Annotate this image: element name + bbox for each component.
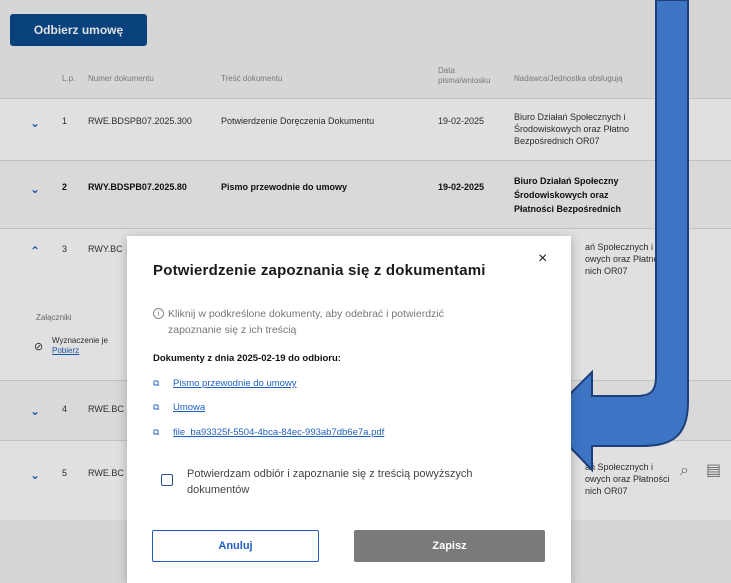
info-line2: zapoznanie się z ich treścią bbox=[168, 324, 297, 336]
confirmation-modal: Potwierdzenie zapoznania się z dokumenta… bbox=[127, 236, 571, 583]
document-link[interactable]: ⧉ Umowa bbox=[153, 402, 205, 413]
external-link-icon: ⧉ bbox=[153, 427, 160, 437]
info-line1: Kliknij w podkreślone dokumenty, aby ode… bbox=[168, 308, 444, 320]
document-link[interactable]: ⧉ file_ba93325f-5504-4bca-84ec-993ab7db6e… bbox=[153, 427, 384, 438]
checkbox-label-line2: dokumentów bbox=[187, 484, 250, 496]
modal-title: Potwierdzenie zapoznania się z dokumenta… bbox=[153, 262, 486, 279]
document-link-label[interactable]: Umowa bbox=[173, 402, 205, 413]
checkbox-label-line1: Potwierdzam odbiór i zapoznanie się z tr… bbox=[187, 468, 473, 480]
modal-info: i Kliknij w podkreślone dokumenty, aby od… bbox=[153, 306, 533, 338]
document-link-label[interactable]: file_ba93325f-5504-4bca-84ec-993ab7db6e7… bbox=[173, 427, 384, 438]
info-icon: i bbox=[153, 308, 164, 319]
confirm-checkbox[interactable] bbox=[161, 474, 173, 486]
cancel-button[interactable]: Anuluj bbox=[152, 530, 319, 562]
documents-header: Dokumenty z dnia 2025-02-19 do odbioru: bbox=[153, 353, 341, 364]
confirm-checkbox-label[interactable]: Potwierdzam odbiór i zapoznanie się z tr… bbox=[187, 466, 537, 498]
document-link-label[interactable]: Pismo przewodnie do umowy bbox=[173, 378, 297, 389]
close-icon[interactable]: × bbox=[538, 250, 547, 268]
external-link-icon: ⧉ bbox=[153, 402, 160, 412]
document-link[interactable]: ⧉ Pismo przewodnie do umowy bbox=[153, 378, 297, 389]
external-link-icon: ⧉ bbox=[153, 378, 160, 388]
save-button[interactable]: Zapisz bbox=[354, 530, 545, 562]
